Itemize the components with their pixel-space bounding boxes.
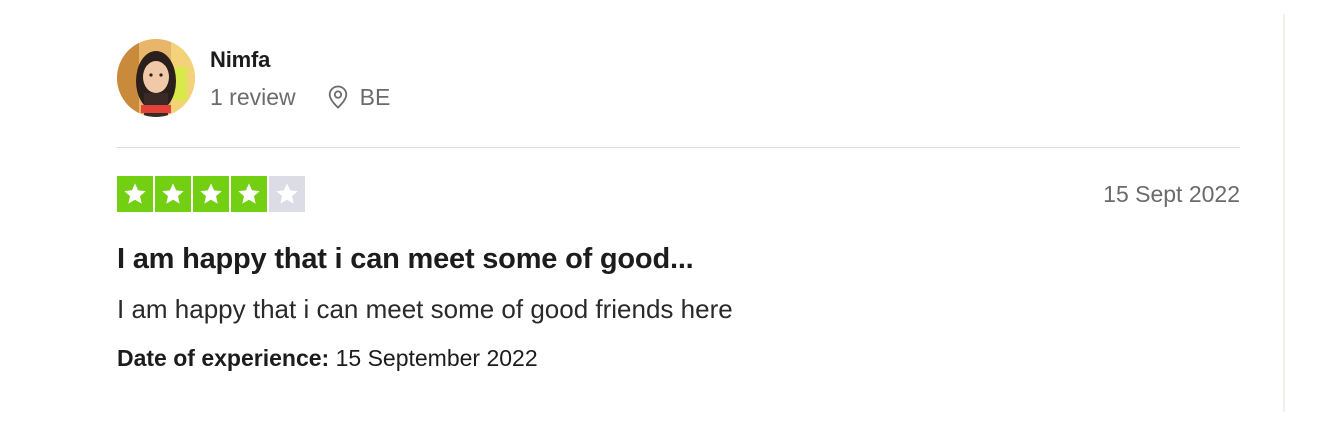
date-of-experience: Date of experience: 15 September 2022 [117, 344, 1240, 372]
reviewer-name[interactable]: Nimfa [210, 47, 390, 73]
reviewer-location: BE [326, 83, 391, 110]
review-title[interactable]: I am happy that i can meet some of good.… [117, 242, 1240, 276]
map-pin-icon [326, 84, 350, 110]
review-date: 15 Sept 2022 [1103, 180, 1240, 207]
rating-row: 15 Sept 2022 [117, 176, 1240, 212]
review-body: I am happy that i can meet some of good … [117, 294, 733, 324]
review-count[interactable]: 1 review [210, 84, 296, 110]
reviewer-meta: 1 review BE [210, 84, 390, 110]
avatar[interactable] [117, 39, 195, 117]
review-header: Nimfa 1 review BE [117, 38, 1240, 118]
star-icon [117, 176, 153, 212]
review-card: Nimfa 1 review BE 15 Sept 2022 I am happ… [117, 38, 1240, 372]
location-code: BE [359, 83, 391, 110]
experience-date: 15 September 2022 [335, 345, 538, 371]
star-icon [231, 176, 267, 212]
star-icon [193, 176, 229, 212]
star-icon [269, 176, 305, 212]
header-divider [117, 147, 1240, 148]
experience-label: Date of experience: [117, 345, 330, 371]
consumer-info: Nimfa 1 review BE [210, 47, 390, 110]
avatar-image [117, 39, 195, 117]
right-divider [1283, 14, 1285, 412]
star-icon [155, 176, 191, 212]
star-rating [117, 176, 305, 212]
